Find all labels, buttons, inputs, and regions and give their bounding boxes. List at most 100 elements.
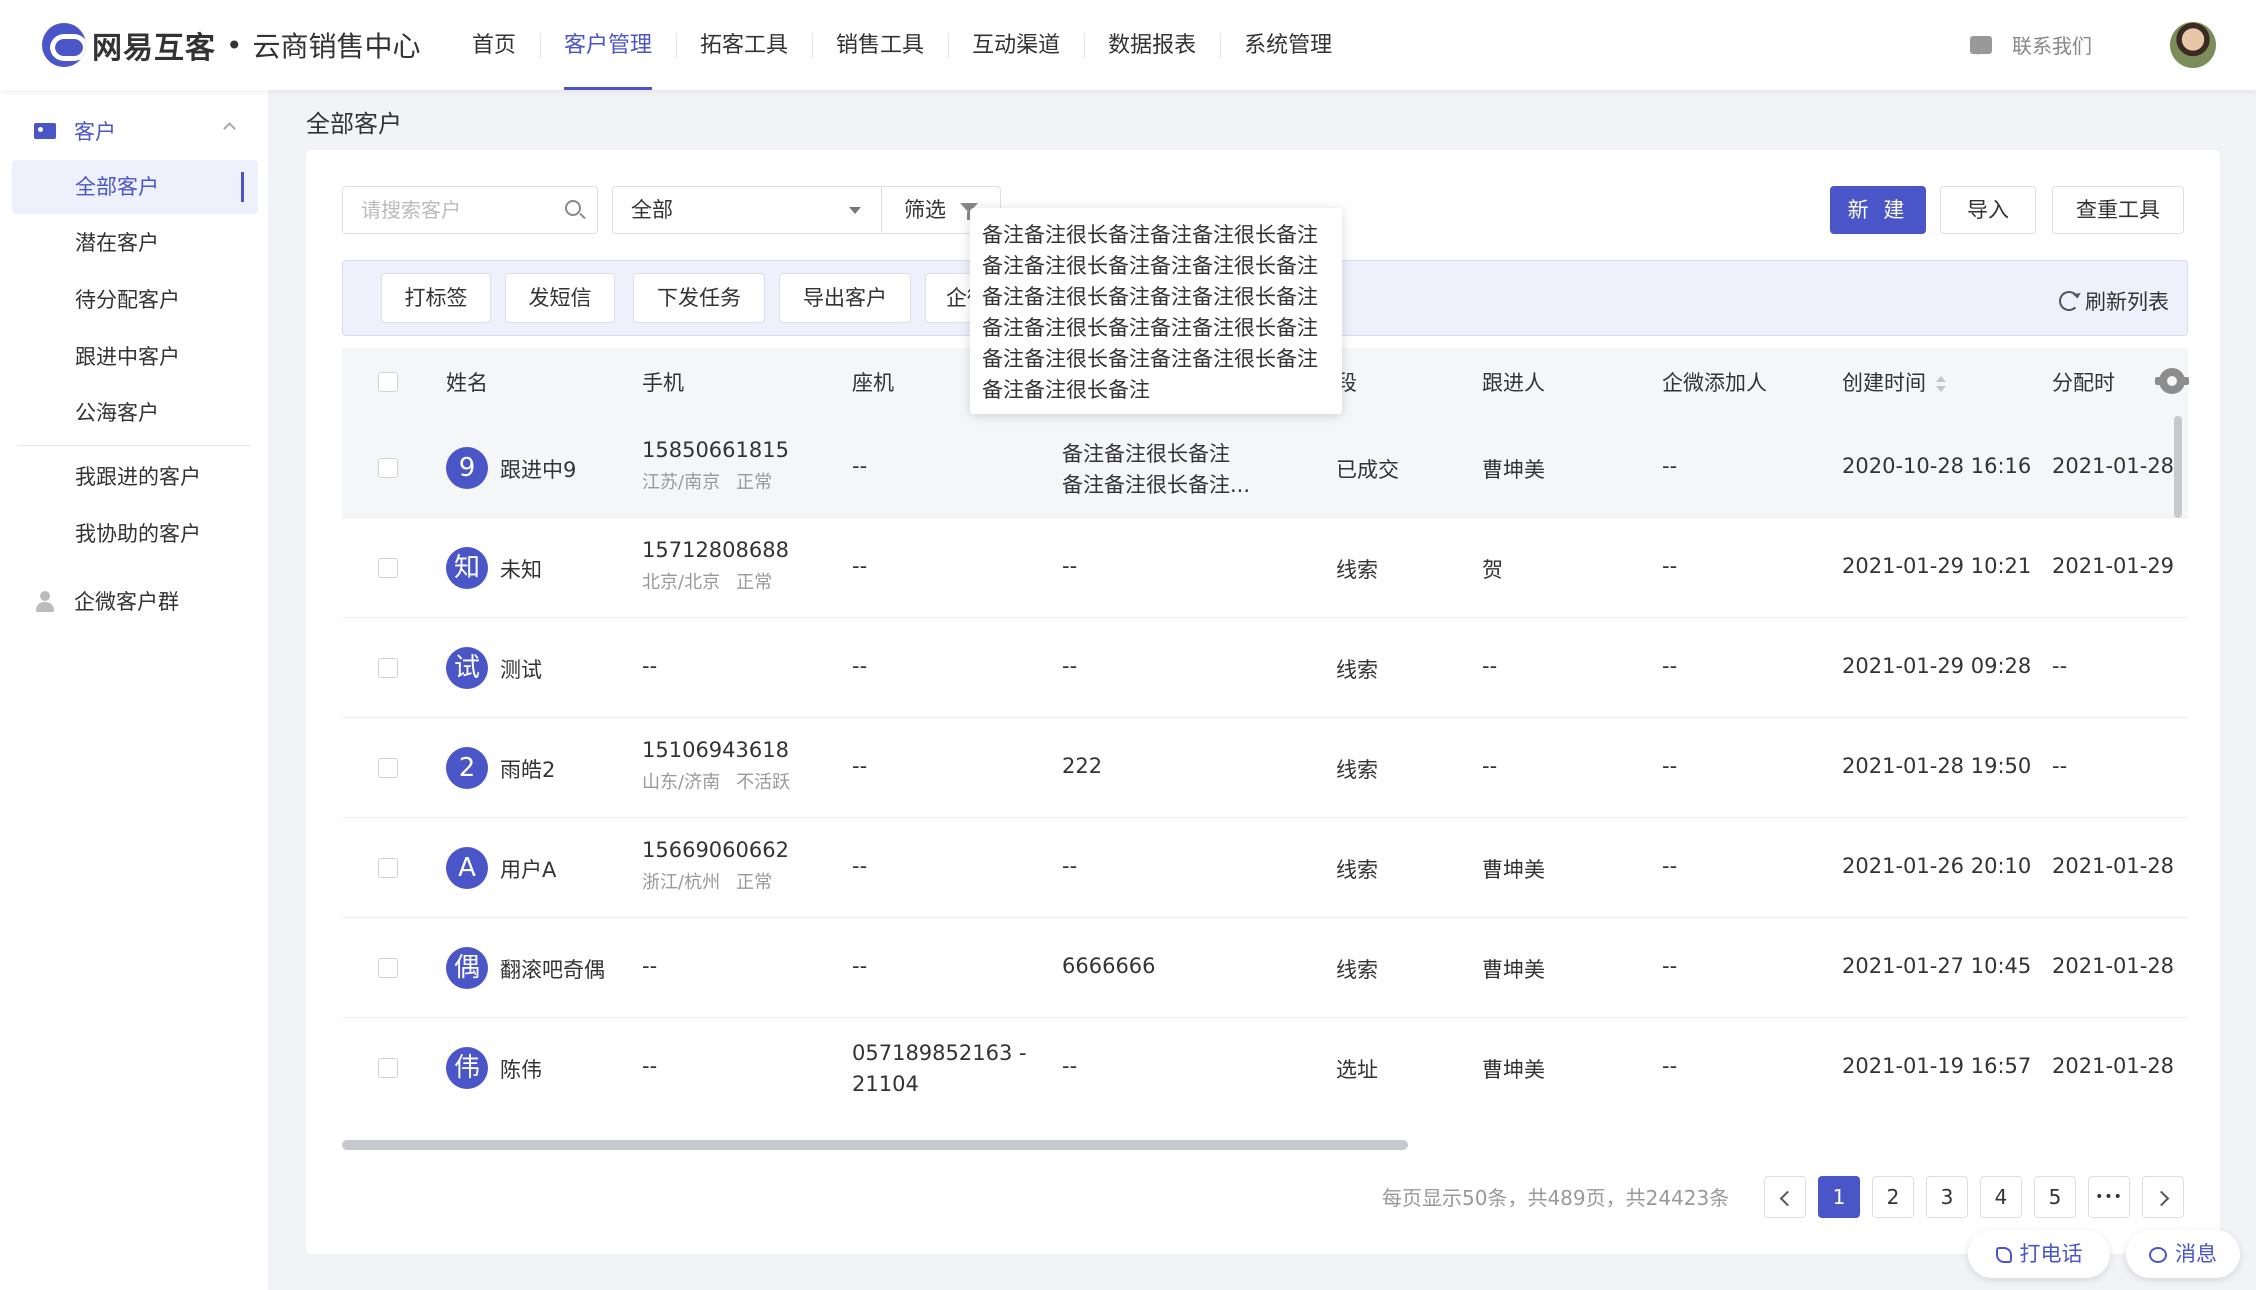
row-checkbox[interactable] [378, 1058, 398, 1078]
row-checkbox[interactable] [378, 658, 398, 678]
sidebar-item-my-assisted[interactable]: 我协助的客户 [12, 507, 258, 561]
page-5-button[interactable]: 5 [2034, 1176, 2076, 1218]
sidebar-item-all-customers[interactable]: 全部客户 [12, 160, 258, 214]
follower: 曹坤美 [1482, 458, 1545, 482]
stage: 线索 [1336, 758, 1378, 782]
sidebar-item-my-followed[interactable]: 我跟进的客户 [12, 450, 258, 504]
tooltip-line: 备注备注很长备注 [982, 378, 1150, 402]
page-4-button[interactable]: 4 [1980, 1176, 2022, 1218]
created-time: 2021-01-29 10:21 [1842, 554, 2032, 578]
import-button[interactable]: 导入 [1940, 186, 2036, 234]
search-box [342, 186, 598, 234]
call-button[interactable]: 打电话 [1968, 1230, 2110, 1278]
send-sms-button[interactable]: 发短信 [505, 273, 615, 323]
note-tooltip: 备注备注很长备注备注备注很长备注 备注备注很长备注备注备注很长备注 备注备注很长… [970, 208, 1342, 414]
mobile-number: 15712808688 [642, 538, 789, 562]
follower: -- [1482, 754, 1498, 778]
table-row[interactable]: 9 跟进中9 15850661815 江苏/南京 正常 -- 备注备注很长备注 备… [342, 418, 2188, 518]
sidebar-group-wecom-groups[interactable]: 企微客户群 [34, 586, 179, 616]
dedupe-tool-button[interactable]: 查重工具 [2052, 186, 2184, 234]
new-customer-button[interactable]: 新 建 [1830, 186, 1926, 234]
customer-name[interactable]: 翻滚吧奇偶 [500, 954, 605, 984]
brand-logo[interactable]: 网易互客 • 云商销售中心 [42, 22, 421, 68]
assign-task-button[interactable]: 下发任务 [633, 273, 765, 323]
customer-name[interactable]: 未知 [500, 554, 542, 584]
sidebar-group-customers[interactable]: 客户 [34, 112, 244, 150]
table-row[interactable]: 试 测试 -- -- -- 线索 -- -- 2021-01-29 09:28 … [342, 618, 2188, 718]
customer-card-icon [34, 123, 56, 139]
assigned-time: -- [2052, 754, 2068, 778]
table-horizontal-scrollbar[interactable] [342, 1140, 1408, 1150]
number-status: 正常 [736, 472, 773, 493]
created-time: 2021-01-26 20:10 [1842, 854, 2032, 878]
table-row[interactable]: 偶 翻滚吧奇偶 -- -- 6666666 线索 曹坤美 -- 2021-01-… [342, 918, 2188, 1018]
page-3-button[interactable]: 3 [1926, 1176, 1968, 1218]
row-checkbox[interactable] [378, 458, 398, 478]
page-2-button[interactable]: 2 [1872, 1176, 1914, 1218]
refresh-list-button[interactable]: 刷新列表 [2059, 286, 2169, 316]
mobile-number: -- [642, 1054, 658, 1078]
table-row[interactable]: A 用户A 15669060662 浙江/杭州 正常 -- -- 线索 曹坤美 -… [342, 818, 2188, 918]
follower: -- [1482, 654, 1498, 678]
prev-page-button[interactable] [1764, 1176, 1806, 1218]
row-checkbox[interactable] [378, 958, 398, 978]
nav-sales-tools[interactable]: 销售工具 [812, 0, 948, 90]
more-pages-button[interactable]: ••• [2088, 1176, 2130, 1218]
page-1-button[interactable]: 1 [1818, 1176, 1860, 1218]
nav-home[interactable]: 首页 [448, 0, 540, 90]
assigned-time: 2021-01-29 1 [2052, 554, 2176, 578]
customer-name[interactable]: 雨皓2 [500, 754, 555, 784]
sidebar-item-potential-customers[interactable]: 潜在客户 [12, 216, 258, 270]
region: 山东/济南 [642, 772, 721, 793]
col-follower: 跟进人 [1482, 371, 1545, 395]
landline: -- [852, 554, 868, 578]
nav-customer-management[interactable]: 客户管理 [540, 0, 676, 90]
sidebar-item-unassigned-customers[interactable]: 待分配客户 [12, 273, 258, 327]
gear-icon[interactable] [2155, 368, 2189, 394]
select-all-checkbox[interactable] [378, 372, 398, 392]
mobile-number: 15106943618 [642, 738, 789, 762]
created-time: 2021-01-28 19:50 [1842, 754, 2032, 778]
customer-name[interactable]: 用户A [500, 854, 556, 884]
wecom-adder: -- [1662, 754, 1678, 778]
region: 北京/北京 [642, 572, 721, 593]
created-time: 2021-01-27 10:45 [1842, 954, 2032, 978]
message-button[interactable]: 消息 [2126, 1230, 2240, 1278]
export-customers-button[interactable]: 导出客户 [779, 273, 911, 323]
sidebar-item-following-customers[interactable]: 跟进中客户 [12, 330, 258, 384]
note-line-1: 备注备注很长备注 [1062, 442, 1230, 466]
customer-table: 姓名 手机 座机 段 跟进人 企微添加人 创建时间 分配时 9 跟进中9 158… [342, 348, 2188, 1114]
customer-name[interactable]: 跟进中9 [500, 454, 576, 484]
wecom-adder: -- [1662, 654, 1678, 678]
next-page-button[interactable] [2142, 1176, 2184, 1218]
customer-name[interactable]: 陈伟 [500, 1054, 542, 1084]
note: 6666666 [1062, 954, 1156, 978]
contact-us-link[interactable]: 联系我们 [1970, 30, 2092, 59]
table-row[interactable]: 伟 陈伟 -- 057189852163 - 21104 -- 选址 曹坤美 -… [342, 1018, 2188, 1114]
customer-name[interactable]: 测试 [500, 654, 542, 684]
nav-data-reports[interactable]: 数据报表 [1084, 0, 1220, 90]
tooltip-line: 备注备注很长备注备注备注很长备注 [982, 285, 1318, 309]
scope-select[interactable]: 全部 [612, 186, 882, 234]
table-row[interactable]: 知 未知 15712808688 北京/北京 正常 -- -- 线索 贺 -- 2… [342, 518, 2188, 618]
row-checkbox[interactable] [378, 858, 398, 878]
table-row[interactable]: 2 雨皓2 15106943618 山东/济南 不活跃 -- 222 线索 -- … [342, 718, 2188, 818]
search-icon[interactable] [565, 200, 581, 216]
table-vertical-scrollbar[interactable] [2174, 416, 2182, 518]
chevron-right-icon [2153, 1190, 2169, 1207]
tag-button[interactable]: 打标签 [381, 273, 491, 323]
search-input[interactable] [343, 187, 543, 233]
sidebar-item-public-pool[interactable]: 公海客户 [12, 386, 258, 440]
person-icon [34, 590, 56, 612]
nav-interactive-channels[interactable]: 互动渠道 [948, 0, 1084, 90]
nav-system-management[interactable]: 系统管理 [1220, 0, 1356, 90]
logo-icon [42, 23, 86, 67]
row-checkbox[interactable] [378, 558, 398, 578]
nav-prospecting-tools[interactable]: 拓客工具 [676, 0, 812, 90]
col-created-time[interactable]: 创建时间 [1842, 348, 1946, 418]
follower: 曹坤美 [1482, 858, 1545, 882]
col-mobile: 手机 [642, 371, 684, 395]
user-avatar[interactable] [2170, 22, 2216, 68]
row-checkbox[interactable] [378, 758, 398, 778]
caret-down-icon [849, 207, 861, 220]
